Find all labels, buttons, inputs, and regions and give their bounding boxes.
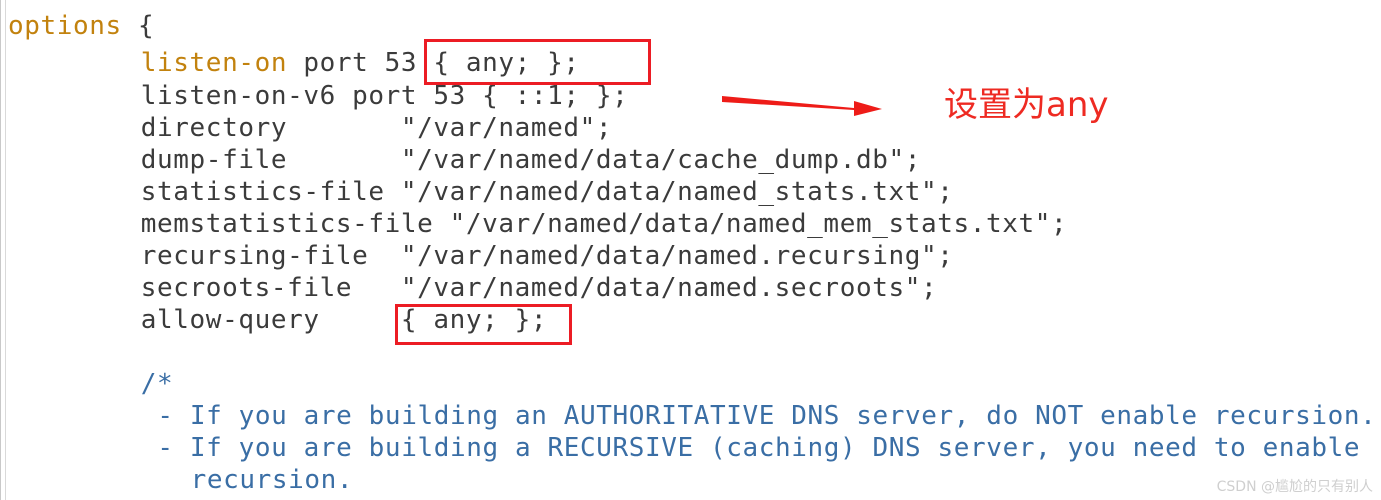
code-editor-area[interactable]: options {listen-on port 53 { any; }; list… bbox=[8, 0, 1381, 500]
highlight-box-allow-query-any bbox=[395, 304, 572, 345]
annotation-callout-text: 设置为any bbox=[944, 85, 1109, 125]
line-recursing-file: recursing-file "/var/named/data/named.re… bbox=[141, 240, 954, 272]
line-memstatistics-file-seg-0: memstatistics-file "/var/named/data/name… bbox=[140, 209, 1068, 239]
line-options-open-seg-0: options bbox=[8, 11, 139, 41]
line-recursing-file-seg-0: recursing-file "/var/named/data/named.re… bbox=[140, 241, 954, 271]
line-statistics-file: statistics-file "/var/named/data/named_s… bbox=[141, 176, 954, 208]
line-options-open-seg-1: { bbox=[138, 11, 155, 41]
line-options-open: options { bbox=[8, 10, 154, 42]
line-secroots-file: secroots-file "/var/named/data/named.sec… bbox=[141, 272, 937, 304]
line-statistics-file-seg-0: statistics-file "/var/named/data/named_s… bbox=[140, 177, 954, 207]
line-comment-recursive: - If you are building a RECURSIVE (cachi… bbox=[157, 432, 1360, 464]
line-listen-on-v6-seg-0: listen-on-v6 port 53 { ::1; }; bbox=[140, 81, 629, 111]
highlight-box-listen-on-any bbox=[424, 39, 651, 85]
line-comment-recursion-seg-0: recursion. bbox=[190, 465, 354, 495]
line-directory: directory "/var/named"; bbox=[141, 112, 612, 144]
csdn-watermark: CSDN @尴尬的只有别人 bbox=[1216, 479, 1373, 495]
line-comment-authoritative: - If you are building an AUTHORITATIVE D… bbox=[157, 400, 1376, 432]
line-dump-file-seg-0: dump-file "/var/named/data/cache_dump.db… bbox=[140, 145, 921, 175]
line-memstatistics-file: memstatistics-file "/var/named/data/name… bbox=[141, 208, 1067, 240]
line-dump-file: dump-file "/var/named/data/cache_dump.db… bbox=[141, 144, 921, 176]
line-directory-seg-0: directory "/var/named"; bbox=[140, 113, 613, 143]
editor-gutter-edge bbox=[0, 0, 6, 500]
line-listen-on-seg-0: listen-on bbox=[140, 48, 288, 78]
line-comment-recursion: recursion. bbox=[191, 464, 354, 496]
line-comment-open-seg-0: /* bbox=[140, 369, 174, 399]
line-comment-open: /* bbox=[141, 368, 174, 400]
line-comment-recursive-seg-0: - If you are building a RECURSIVE (cachi… bbox=[157, 433, 1361, 463]
pointer-arrow-icon bbox=[722, 96, 882, 116]
line-comment-authoritative-seg-0: - If you are building an AUTHORITATIVE D… bbox=[157, 401, 1377, 431]
line-secroots-file-seg-0: secroots-file "/var/named/data/named.sec… bbox=[140, 273, 938, 303]
